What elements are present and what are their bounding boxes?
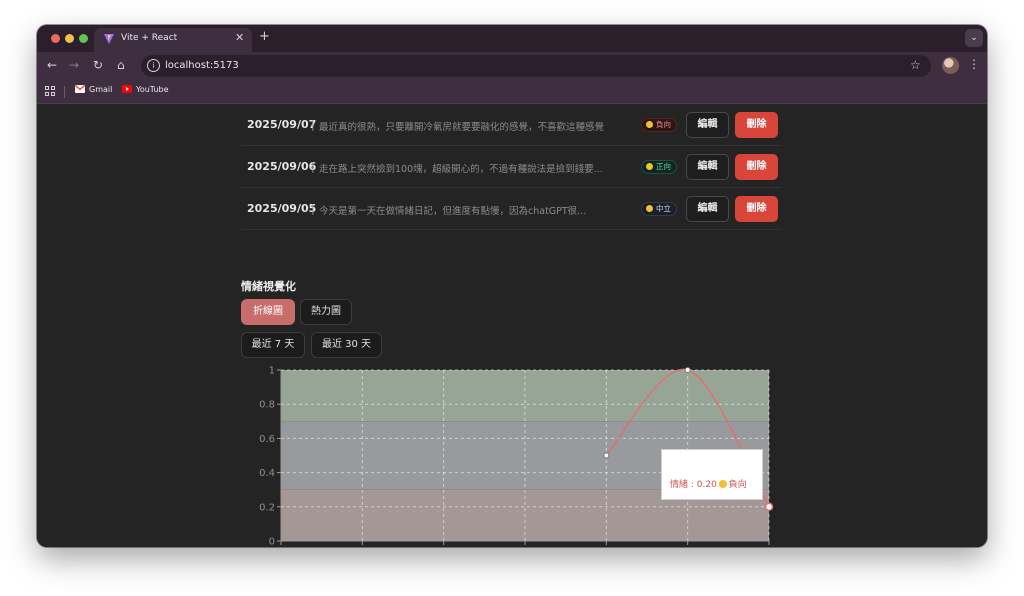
bookmark-gmail-label: Gmail: [89, 85, 113, 94]
mood-label: 中立: [656, 204, 671, 213]
mood-label: 負向: [656, 120, 671, 129]
tooltip-mood: 負向: [728, 480, 747, 490]
browser-toolbar: ← → ↻ ⌂ i localhost:5173 ☆ ⋮: [37, 52, 987, 80]
bookmarks-bar: Gmail YouTube: [37, 80, 987, 104]
minimize-window-button[interactable]: [65, 34, 74, 43]
entry-date: 2025/09/07: [247, 118, 317, 131]
delete-button[interactable]: 刪除: [735, 196, 778, 222]
forward-icon[interactable]: →: [69, 58, 79, 72]
range-7-days-button[interactable]: 最近 7 天: [241, 332, 305, 358]
reload-icon[interactable]: ↻: [93, 58, 103, 72]
youtube-icon: [122, 85, 132, 93]
mood-label: 正向: [656, 162, 671, 171]
y-tick-label: 0: [269, 537, 275, 548]
bookmark-star-icon[interactable]: ☆: [910, 58, 921, 72]
back-icon[interactable]: ←: [47, 58, 57, 72]
vite-logo-icon: [104, 34, 114, 44]
mood-badge: 中立: [641, 202, 677, 216]
tooltip-text: 情緒 : 0.20 負向: [670, 477, 747, 490]
entry-text: 最近真的很熱，只要離開冷氣房就要要融化的感覺，不喜歡這種感覺: [319, 122, 605, 133]
y-tick-label: 0.8: [259, 400, 275, 411]
apps-grid-icon[interactable]: [45, 86, 55, 96]
maximize-window-button[interactable]: [79, 34, 88, 43]
entry-separator: |: [311, 202, 315, 215]
bookmark-youtube[interactable]: YouTube: [122, 85, 169, 94]
close-tab-icon[interactable]: ✕: [235, 31, 244, 44]
y-tick-label: 1: [269, 366, 275, 377]
emoji-face-icon: [646, 205, 653, 212]
data-point: [764, 502, 774, 512]
edit-button[interactable]: 編輯: [686, 154, 729, 180]
chart-tooltip: 情緒 : 0.20 負向: [661, 449, 763, 500]
menu-dots-icon[interactable]: ⋮: [968, 57, 980, 71]
range-30-days-button[interactable]: 最近 30 天: [311, 332, 382, 358]
entry-text: 走在路上突然撿到100塊，超級開心的，不過有種說法是撿到錢要...: [319, 164, 603, 175]
emoji-face-icon: [718, 480, 727, 488]
close-window-button[interactable]: [51, 34, 60, 43]
address-bar[interactable]: i localhost:5173 ☆: [141, 55, 931, 77]
bookmark-youtube-label: YouTube: [136, 85, 169, 94]
gmail-icon: [75, 85, 85, 93]
entry-separator: |: [311, 118, 315, 131]
entry-text: 今天是第一天在做情緒日記，但進度有點慢，因為chatGPT很...: [319, 206, 587, 217]
browser-window: Vite + React ✕ + ⌄ ← → ↻ ⌂ i localhost:5…: [37, 25, 987, 547]
title-bar: Vite + React ✕ + ⌄: [37, 25, 987, 52]
site-info-icon[interactable]: i: [147, 59, 160, 72]
emoji-face-icon: [646, 121, 653, 128]
edit-button[interactable]: 編輯: [686, 196, 729, 222]
tab-search-icon[interactable]: ⌄: [965, 29, 983, 47]
delete-button[interactable]: 刪除: [735, 112, 778, 138]
mood-badge: 負向: [641, 118, 677, 132]
heatmap-button[interactable]: 熱力圖: [300, 299, 352, 325]
home-icon[interactable]: ⌂: [117, 58, 125, 72]
page-content: 2025/09/07 | 最近真的很熱，只要離開冷氣房就要要融化的感覺，不喜歡這…: [37, 104, 987, 547]
tooltip-value: 情緒 : 0.20: [670, 480, 717, 490]
data-point: [684, 367, 691, 373]
diary-entry: 2025/09/06 | 走在路上突然撿到100塊，超級開心的，不過有種說法是撿…: [241, 146, 782, 188]
delete-button[interactable]: 刪除: [735, 154, 778, 180]
visualization-title: 情緒視覺化: [241, 280, 296, 293]
edit-button[interactable]: 編輯: [686, 112, 729, 138]
diary-entry: 2025/09/07 | 最近真的很熱，只要離開冷氣房就要要融化的感覺，不喜歡這…: [241, 104, 782, 146]
data-point: [603, 452, 610, 459]
y-tick-label: 0.2: [259, 502, 275, 513]
url-text[interactable]: localhost:5173: [165, 60, 239, 71]
browser-tab[interactable]: Vite + React ✕: [94, 28, 252, 52]
bookmark-divider: [64, 86, 65, 98]
mood-badge: 正向: [641, 160, 677, 174]
diary-entry: 2025/09/05 | 今天是第一天在做情緒日記，但進度有點慢，因為chatG…: [241, 188, 782, 230]
entry-date: 2025/09/05: [247, 202, 317, 215]
line-chart-button[interactable]: 折線圖: [241, 299, 295, 325]
bookmark-gmail[interactable]: Gmail: [75, 85, 112, 94]
profile-avatar[interactable]: [942, 57, 959, 74]
entry-date: 2025/09/06: [247, 160, 317, 173]
emoji-face-icon: [646, 163, 653, 170]
new-tab-icon[interactable]: +: [259, 29, 270, 44]
entry-separator: |: [311, 160, 315, 173]
y-tick-label: 0.4: [259, 468, 275, 479]
y-tick-label: 0.6: [259, 434, 275, 445]
tab-title: Vite + React: [121, 33, 178, 43]
